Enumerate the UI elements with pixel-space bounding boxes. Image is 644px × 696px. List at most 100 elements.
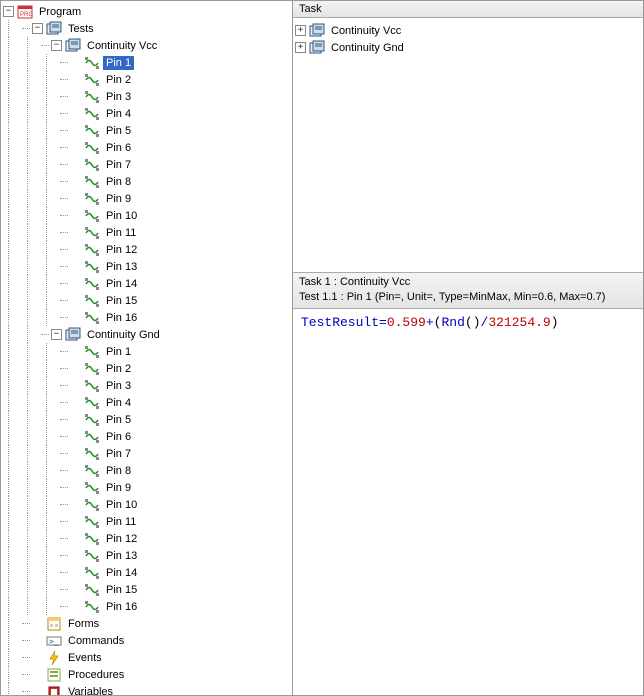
- tree-node-variables[interactable]: Variables: [3, 683, 292, 695]
- detail-header: Task 1 : Continuity Vcc Test 1.1 : Pin 1…: [293, 272, 643, 309]
- task-item-1[interactable]: + Continuity Gnd: [295, 39, 641, 56]
- test-group-icon: [65, 38, 81, 54]
- tree-node-pin-0-5[interactable]: Pin 6: [3, 139, 292, 156]
- tree-label: Pin 7: [103, 447, 134, 461]
- tree-node-pin-1-1[interactable]: Pin 2: [3, 360, 292, 377]
- expander-blank: [32, 635, 43, 646]
- expander-blank: [70, 482, 81, 493]
- tree-node-forms[interactable]: Forms: [3, 615, 292, 632]
- detail-line-2: Test 1.1 : Pin 1 (Pin=, Unit=, Type=MinM…: [299, 290, 637, 305]
- tree-node-pin-1-3[interactable]: Pin 4: [3, 394, 292, 411]
- expander-blank: [70, 278, 81, 289]
- tree-label: Pin 11: [103, 515, 139, 529]
- expander-blank: [70, 91, 81, 102]
- tree-node-pin-0-1[interactable]: Pin 2: [3, 71, 292, 88]
- pin-icon: [84, 531, 100, 547]
- tree-node-pin-1-14[interactable]: Pin 15: [3, 581, 292, 598]
- tree-label: Pin 1: [103, 56, 134, 70]
- tree-node-pin-1-8[interactable]: Pin 9: [3, 479, 292, 496]
- tree-node-pin-1-2[interactable]: Pin 3: [3, 377, 292, 394]
- code-token: (: [465, 315, 473, 330]
- collapse-icon[interactable]: −: [51, 40, 62, 51]
- collapse-icon[interactable]: −: [32, 23, 43, 34]
- tree-node-pin-0-12[interactable]: Pin 13: [3, 258, 292, 275]
- pin-icon: [84, 208, 100, 224]
- tree-node-pin-0-11[interactable]: Pin 12: [3, 241, 292, 258]
- tree-node-pin-0-13[interactable]: Pin 14: [3, 275, 292, 292]
- tree-node-pin-0-4[interactable]: Pin 5: [3, 122, 292, 139]
- expander-blank: [70, 57, 81, 68]
- pin-icon: [84, 174, 100, 190]
- pin-icon: [84, 293, 100, 309]
- pin-icon: [84, 582, 100, 598]
- expander-blank: [70, 159, 81, 170]
- tree-node-pin-0-9[interactable]: Pin 10: [3, 207, 292, 224]
- program-tree[interactable]: −PRGProgram−Tests−Continuity VccPin 1Pin…: [1, 1, 292, 695]
- tree-node-pin-0-3[interactable]: Pin 4: [3, 105, 292, 122]
- tree-node-pin-1-9[interactable]: Pin 10: [3, 496, 292, 513]
- tree-node-pin-0-10[interactable]: Pin 11: [3, 224, 292, 241]
- tree-node-program[interactable]: −PRGProgram: [3, 3, 292, 20]
- tree-node-pin-1-6[interactable]: Pin 7: [3, 445, 292, 462]
- collapse-icon[interactable]: −: [3, 6, 14, 17]
- code-editor[interactable]: TestResult=0.599+(Rnd()/321254.9): [293, 309, 643, 695]
- pin-icon: [84, 429, 100, 445]
- expander-blank: [32, 618, 43, 629]
- tree-node-pin-1-7[interactable]: Pin 8: [3, 462, 292, 479]
- tree-node-pin-0-6[interactable]: Pin 7: [3, 156, 292, 173]
- tree-node-commands[interactable]: >_Commands: [3, 632, 292, 649]
- pin-icon: [84, 89, 100, 105]
- expander-blank: [70, 346, 81, 357]
- tree-node-pin-0-14[interactable]: Pin 15: [3, 292, 292, 309]
- pin-icon: [84, 276, 100, 292]
- tree-label: Pin 10: [103, 209, 140, 223]
- expander-blank: [70, 414, 81, 425]
- expander-blank: [70, 312, 81, 323]
- expander-blank: [70, 533, 81, 544]
- expand-icon[interactable]: +: [295, 42, 306, 53]
- task-tree[interactable]: + Continuity Vcc + Continuity Gnd: [293, 18, 643, 272]
- expand-icon[interactable]: +: [295, 25, 306, 36]
- tree-node-procedures[interactable]: Procedures: [3, 666, 292, 683]
- tree-node-tests[interactable]: − Tests: [3, 20, 292, 37]
- tree-node-events[interactable]: Events: [3, 649, 292, 666]
- tree-label: Tests: [65, 22, 97, 36]
- tree-label: Pin 15: [103, 583, 140, 597]
- tree-node-pin-0-2[interactable]: Pin 3: [3, 88, 292, 105]
- expander-blank: [70, 584, 81, 595]
- code-token: TestResult: [301, 315, 379, 330]
- expander-blank: [70, 210, 81, 221]
- expander-blank: [70, 567, 81, 578]
- code-token: =: [379, 315, 387, 330]
- tree-node-pin-1-11[interactable]: Pin 12: [3, 530, 292, 547]
- pin-icon: [84, 106, 100, 122]
- task-item-0[interactable]: + Continuity Vcc: [295, 22, 641, 39]
- tree-node-pin-1-4[interactable]: Pin 5: [3, 411, 292, 428]
- tree-node-pin-1-12[interactable]: Pin 13: [3, 547, 292, 564]
- tree-label: Pin 9: [103, 481, 134, 495]
- tree-node-pin-1-10[interactable]: Pin 11: [3, 513, 292, 530]
- tree-node-pin-1-13[interactable]: Pin 14: [3, 564, 292, 581]
- tree-node-group-0[interactable]: −Continuity Vcc: [3, 37, 292, 54]
- tree-node-pin-0-15[interactable]: Pin 16: [3, 309, 292, 326]
- tree-node-group-1[interactable]: −Continuity Gnd: [3, 326, 292, 343]
- tree-node-pin-0-8[interactable]: Pin 9: [3, 190, 292, 207]
- tree-node-pin-1-5[interactable]: Pin 6: [3, 428, 292, 445]
- tree-label: Pin 3: [103, 90, 134, 104]
- code-token: 321254.9: [488, 315, 550, 330]
- pin-icon: [84, 599, 100, 615]
- tree-node-pin-0-0[interactable]: Pin 1: [3, 54, 292, 71]
- tree-node-pin-1-0[interactable]: Pin 1: [3, 343, 292, 360]
- tree-node-pin-1-15[interactable]: Pin 16: [3, 598, 292, 615]
- tree-label: Pin 2: [103, 362, 134, 376]
- tree-label: Pin 9: [103, 192, 134, 206]
- pin-icon: [84, 72, 100, 88]
- task-item-label: Continuity Gnd: [328, 41, 407, 55]
- collapse-icon[interactable]: −: [51, 329, 62, 340]
- task-item-label: Continuity Vcc: [328, 24, 404, 38]
- pin-icon: [84, 55, 100, 71]
- tree-label: Pin 5: [103, 413, 134, 427]
- pin-icon: [84, 361, 100, 377]
- tree-node-pin-0-7[interactable]: Pin 8: [3, 173, 292, 190]
- test-group-icon: [65, 327, 81, 343]
